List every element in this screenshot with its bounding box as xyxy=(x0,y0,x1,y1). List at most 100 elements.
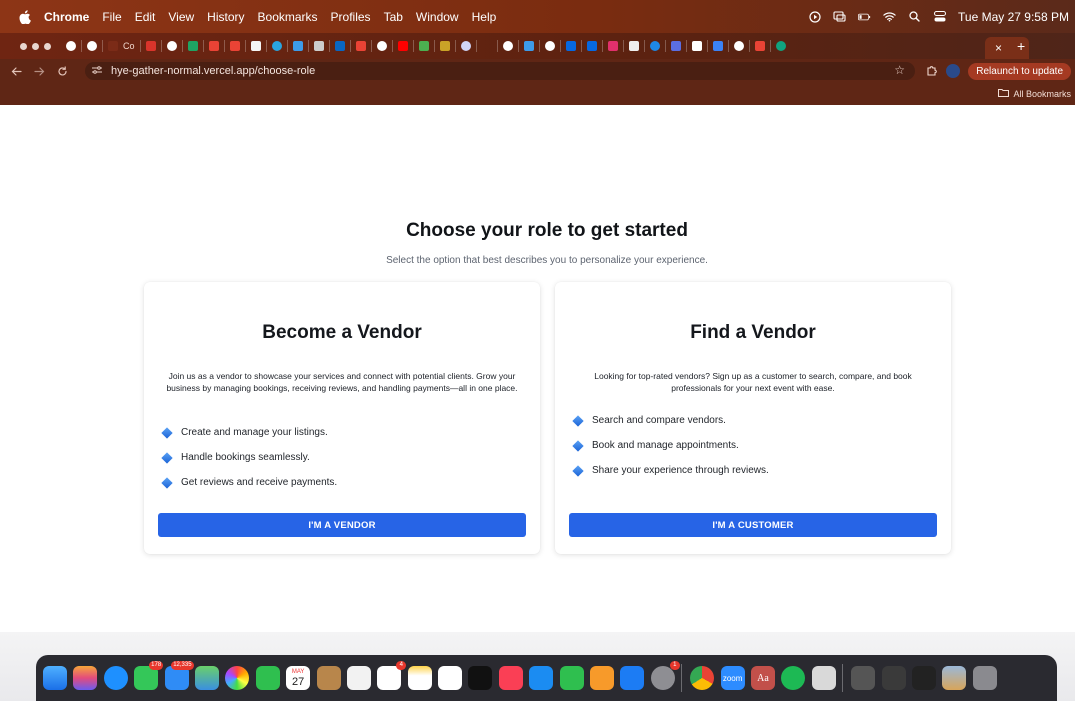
relaunch-to-update-button[interactable]: Relaunch to update xyxy=(968,62,1071,80)
window-thumbnail-icon[interactable] xyxy=(942,666,967,690)
app-store-icon[interactable] xyxy=(620,666,645,690)
url-text[interactable]: hye-gather-normal.vercel.app/choose-role xyxy=(111,65,315,77)
tab-page-icon[interactable] xyxy=(482,41,492,51)
menu-window[interactable]: Window xyxy=(416,10,459,24)
tab-gmail-icon[interactable] xyxy=(229,41,240,51)
tab-page-icon[interactable] xyxy=(250,41,261,51)
tab-linkedin-icon[interactable] xyxy=(334,41,345,51)
tab-page-icon[interactable] xyxy=(418,41,429,51)
tab-page-icon[interactable] xyxy=(439,41,450,51)
mail-icon[interactable]: 12,335 xyxy=(164,661,194,690)
forward-arrow-icon[interactable] xyxy=(32,64,46,78)
tab-page-icon[interactable] xyxy=(502,41,513,51)
tab-page-icon[interactable] xyxy=(628,41,639,51)
maps-icon[interactable] xyxy=(194,666,219,690)
tab-instagram-icon[interactable] xyxy=(607,41,618,51)
extensions-puzzle-icon[interactable] xyxy=(926,64,938,79)
tab-page-icon[interactable] xyxy=(271,41,282,51)
freeform-icon[interactable] xyxy=(438,666,463,690)
close-tab-icon[interactable]: × xyxy=(995,41,1002,55)
reload-icon[interactable] xyxy=(55,64,69,78)
notes-icon[interactable] xyxy=(407,666,432,690)
back-arrow-icon[interactable] xyxy=(9,64,23,78)
keynote-icon[interactable] xyxy=(529,666,554,690)
battery-icon[interactable] xyxy=(858,10,871,23)
downloads-stack-icon[interactable] xyxy=(851,666,876,690)
tab-meta-icon[interactable] xyxy=(586,41,597,51)
tab-page-icon[interactable] xyxy=(108,41,118,51)
tab-gmail-icon[interactable] xyxy=(754,41,765,51)
im-a-customer-button[interactable]: I'M A CUSTOMER xyxy=(569,513,937,537)
finder-icon[interactable] xyxy=(43,666,67,690)
facetime-icon[interactable] xyxy=(255,666,280,690)
im-a-vendor-button[interactable]: I'M A VENDOR xyxy=(158,513,526,537)
tab-page-icon[interactable] xyxy=(733,41,744,51)
preview-icon[interactable] xyxy=(811,666,836,690)
dictionary-icon[interactable]: Aa xyxy=(750,666,775,690)
news-icon[interactable] xyxy=(346,666,371,690)
tab-page-icon[interactable] xyxy=(460,41,471,51)
menu-app-chrome[interactable]: Chrome xyxy=(44,10,89,24)
tab-z-icon[interactable] xyxy=(691,41,702,51)
tab-meta-icon[interactable] xyxy=(565,41,576,51)
tab-r-icon[interactable] xyxy=(145,41,156,51)
tab-google-icon[interactable] xyxy=(544,41,555,51)
trash-icon[interactable] xyxy=(972,666,997,690)
minimize-window-button[interactable] xyxy=(32,42,39,50)
menu-history[interactable]: History xyxy=(207,10,244,24)
reminders-icon[interactable]: 4 xyxy=(377,661,407,690)
menu-view[interactable]: View xyxy=(168,10,194,24)
bookmark-star-icon[interactable]: ☆ xyxy=(894,63,905,77)
calendar-icon[interactable]: MAY 27 xyxy=(286,666,311,690)
tab-gmail-icon[interactable] xyxy=(208,41,219,51)
apple-icon[interactable] xyxy=(18,9,32,24)
launchpad-icon[interactable] xyxy=(73,666,98,690)
tab-google-icon[interactable] xyxy=(66,41,76,51)
chrome-icon[interactable] xyxy=(690,666,715,690)
tab-google-icon[interactable] xyxy=(87,41,97,51)
window-thumbnail-icon[interactable] xyxy=(911,666,936,690)
menu-profiles[interactable]: Profiles xyxy=(331,10,371,24)
menu-bookmarks[interactable]: Bookmarks xyxy=(258,10,318,24)
tab-home-icon[interactable] xyxy=(523,41,534,51)
all-bookmarks-button[interactable]: All Bookmarks xyxy=(998,88,1071,99)
tab-google-icon[interactable] xyxy=(166,41,177,51)
close-window-button[interactable] xyxy=(20,42,27,50)
tab-page-icon[interactable] xyxy=(670,41,681,51)
zoom-window-button[interactable] xyxy=(44,42,51,50)
tab-page-icon[interactable] xyxy=(313,41,324,51)
apple-tv-icon[interactable] xyxy=(468,666,493,690)
tab-home-icon[interactable] xyxy=(292,41,303,51)
tab-page-icon[interactable] xyxy=(775,41,786,51)
control-center-icon[interactable] xyxy=(933,10,946,23)
media-play-icon[interactable] xyxy=(808,10,821,23)
spotify-icon[interactable] xyxy=(781,666,806,690)
tab-docs-icon[interactable] xyxy=(712,41,723,51)
tab-sheets-icon[interactable] xyxy=(187,41,198,51)
screen-mirroring-icon[interactable] xyxy=(833,10,846,23)
zoom-icon[interactable]: zoom xyxy=(720,666,745,690)
profile-avatar[interactable] xyxy=(946,64,961,78)
address-bar[interactable]: hye-gather-normal.vercel.app/choose-role… xyxy=(85,62,915,80)
menu-tab[interactable]: Tab xyxy=(384,10,403,24)
pages-icon[interactable] xyxy=(590,666,615,690)
spotlight-search-icon[interactable] xyxy=(908,10,921,23)
tab-google-icon[interactable] xyxy=(376,41,387,51)
tab-page-icon[interactable] xyxy=(649,41,660,51)
contacts-icon[interactable] xyxy=(316,666,341,690)
wifi-icon[interactable] xyxy=(883,10,896,23)
messages-icon[interactable]: 178 xyxy=(134,661,164,690)
safari-icon[interactable] xyxy=(103,666,128,690)
menu-file[interactable]: File xyxy=(102,10,121,24)
menu-edit[interactable]: Edit xyxy=(135,10,156,24)
tab-youtube-icon[interactable] xyxy=(397,41,408,51)
tab-gmail-icon[interactable] xyxy=(355,41,366,51)
new-tab-button[interactable]: + xyxy=(1017,33,1025,59)
tab-title-partial[interactable]: Co xyxy=(123,41,135,51)
site-settings-icon[interactable] xyxy=(91,65,103,78)
window-thumbnail-icon[interactable] xyxy=(881,666,906,690)
numbers-icon[interactable] xyxy=(559,666,584,690)
menu-help[interactable]: Help xyxy=(472,10,497,24)
menu-bar-clock[interactable]: Tue May 27 9:58 PM xyxy=(958,10,1069,24)
system-settings-icon[interactable]: 1 xyxy=(650,661,680,690)
